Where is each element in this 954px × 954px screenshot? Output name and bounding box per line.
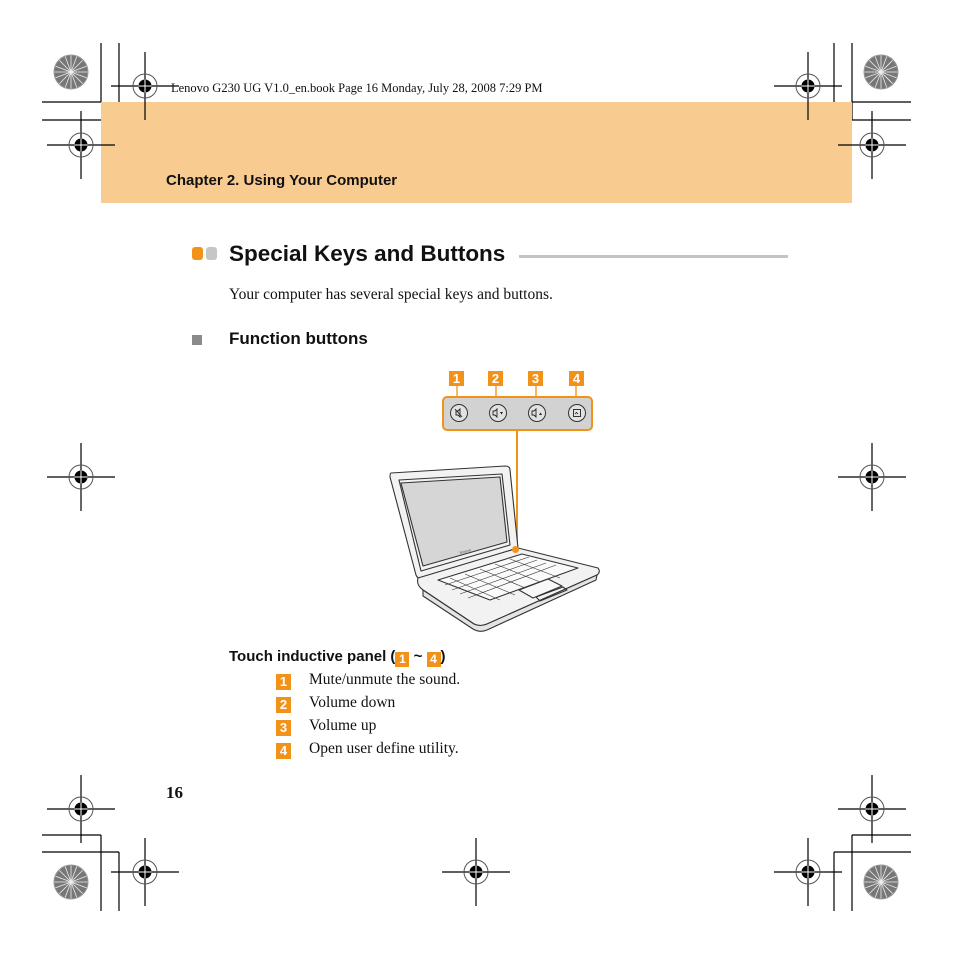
list-item-number: 4 <box>276 743 291 759</box>
list-item-text: Mute/unmute the sound. <box>309 671 461 688</box>
laptop-illustration: lenovo <box>389 465 600 632</box>
list-item-text: Volume up <box>309 717 377 734</box>
list-item-text: Volume down <box>309 694 396 711</box>
panel-label-separator: ~ <box>409 648 427 665</box>
panel-label-tag-to: 4 <box>426 652 441 667</box>
panel-label-prefix: Touch inductive panel ( <box>229 648 396 665</box>
callout-leader-dot <box>512 546 519 553</box>
touch-panel-label: Touch inductive panel (1 ~ 4) <box>229 648 446 667</box>
panel-label-tag-from: 1 <box>395 652 410 667</box>
list-item-text: Open user define utility. <box>309 740 459 757</box>
panel-label-suffix: ) <box>440 648 446 665</box>
list-item-number: 3 <box>276 720 291 736</box>
page-number: 16 <box>166 783 183 802</box>
list-item-number: 1 <box>276 674 291 690</box>
list-item-number: 2 <box>276 697 291 713</box>
